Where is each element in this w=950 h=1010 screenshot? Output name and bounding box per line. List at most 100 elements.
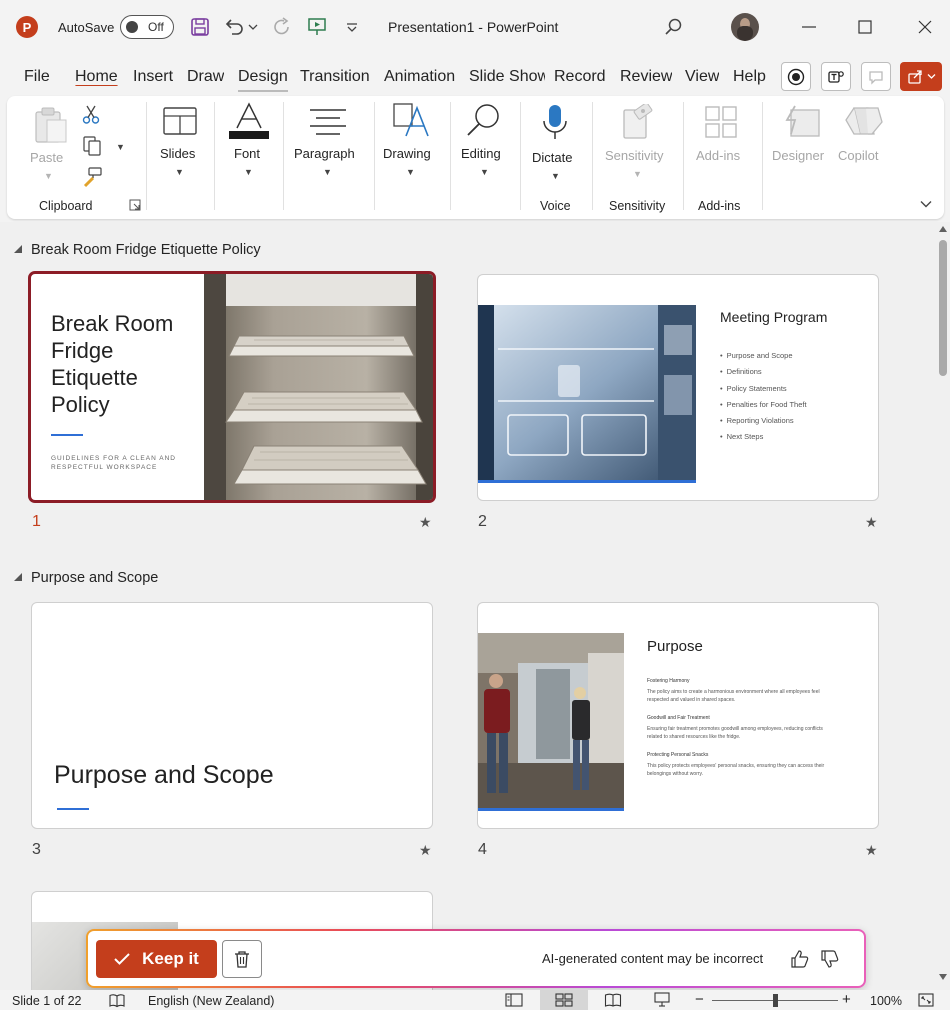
tab-animation[interactable]: Animation (384, 68, 461, 86)
redo-icon[interactable] (270, 14, 294, 40)
editing-search-icon[interactable] (465, 102, 503, 141)
tab-review[interactable]: Review (620, 68, 672, 86)
paste-label[interactable]: Paste (30, 150, 63, 165)
copilot-label[interactable]: Copilot (838, 148, 878, 163)
editing-chevron-icon[interactable]: ▼ (480, 167, 489, 177)
collapse-triangle-icon[interactable] (14, 573, 22, 581)
teams-present-button[interactable] (821, 62, 851, 91)
paragraph-label[interactable]: Paragraph (294, 146, 355, 161)
paste-chevron-icon[interactable]: ▼ (44, 171, 53, 181)
maximize-icon[interactable] (850, 14, 880, 40)
tab-transition[interactable]: Transition (300, 68, 370, 86)
microphone-icon[interactable] (541, 103, 569, 146)
slide-thumbnail-1[interactable]: Break Room Fridge Etiquette Policy GUIDE… (28, 271, 436, 503)
slide-thumbnail-4[interactable]: Purpose Fostering Harmony The policy aim… (477, 602, 879, 829)
copy-icon[interactable] (82, 135, 102, 160)
zoom-in-icon[interactable]: + (842, 991, 851, 1008)
font-icon[interactable] (229, 102, 269, 143)
present-from-beginning-icon[interactable] (305, 14, 329, 40)
comments-button[interactable] (861, 62, 891, 91)
tab-file[interactable]: File (24, 68, 50, 86)
share-button[interactable] (900, 62, 942, 91)
paragraph-icon[interactable] (310, 108, 346, 139)
tab-slide-show[interactable]: Slide Show (469, 68, 545, 86)
normal-view-icon[interactable] (495, 990, 533, 1010)
cut-icon[interactable] (82, 105, 100, 128)
slides-chevron-icon[interactable]: ▼ (175, 167, 184, 177)
zoom-level[interactable]: 100% (870, 994, 902, 1008)
thumbs-up-icon[interactable] (790, 949, 810, 969)
share-dropdown-icon (927, 74, 935, 79)
tab-draw[interactable]: Draw (187, 68, 224, 86)
tab-home[interactable]: Home (75, 68, 118, 86)
scroll-thumb[interactable] (939, 240, 947, 376)
tab-view[interactable]: View (685, 68, 719, 86)
transition-star-icon: ★ (865, 514, 878, 530)
tab-help[interactable]: Help (733, 68, 766, 86)
user-avatar[interactable] (731, 13, 759, 41)
slides-icon[interactable] (162, 106, 198, 141)
autosave-toggle[interactable]: Off (120, 15, 174, 39)
slide-sorter-view-icon[interactable] (540, 990, 588, 1010)
format-painter-icon[interactable] (81, 166, 103, 191)
ribbon-separator (592, 102, 593, 210)
editing-label[interactable]: Editing (461, 146, 501, 161)
font-label[interactable]: Font (234, 146, 260, 161)
scroll-up-icon (939, 226, 947, 232)
undo-icon[interactable] (222, 14, 246, 40)
sensitivity-label[interactable]: Sensitivity (605, 148, 664, 163)
section-header-2[interactable]: Purpose and Scope (14, 570, 158, 586)
avatar-beard (737, 26, 753, 41)
paste-icon[interactable] (33, 106, 69, 147)
customize-toolbar-icon[interactable] (340, 14, 364, 40)
tab-design[interactable]: Design (238, 68, 288, 86)
clipboard-launcher-icon[interactable] (129, 199, 141, 214)
comment-icon (869, 70, 883, 85)
keep-it-button[interactable]: Keep it (96, 940, 217, 978)
minimize-icon[interactable] (794, 14, 824, 40)
designer-icon[interactable] (783, 104, 821, 141)
keep-it-label: Keep it (142, 949, 199, 968)
collapse-triangle-icon[interactable] (14, 245, 22, 253)
reading-view-icon[interactable] (594, 990, 632, 1010)
slideshow-view-icon[interactable] (643, 990, 681, 1010)
fit-slide-icon[interactable] (918, 993, 934, 1010)
search-icon[interactable] (662, 14, 686, 40)
undo-dropdown-icon[interactable] (246, 14, 260, 40)
drawing-chevron-icon[interactable]: ▼ (406, 167, 415, 177)
slide-thumbnail-2[interactable]: Meeting Program • Purpose and Scope • Defi… (477, 274, 879, 501)
tab-insert[interactable]: Insert (133, 68, 173, 86)
discard-button[interactable] (222, 940, 262, 978)
record-button[interactable] (781, 62, 811, 91)
save-icon[interactable] (188, 14, 212, 40)
section-header-1[interactable]: Break Room Fridge Etiquette Policy (14, 242, 261, 258)
teams-icon (828, 70, 844, 83)
close-icon[interactable] (910, 14, 940, 40)
zoom-slider-thumb[interactable] (772, 994, 778, 1007)
empty-fridge-image (478, 305, 696, 483)
language-indicator[interactable]: English (New Zealand) (148, 994, 274, 1008)
slides-label[interactable]: Slides (160, 146, 195, 161)
drawing-label[interactable]: Drawing (383, 146, 431, 161)
dictate-chevron-icon[interactable]: ▼ (551, 171, 560, 181)
paragraph-chevron-icon[interactable]: ▼ (323, 167, 332, 177)
font-chevron-icon[interactable]: ▼ (244, 167, 253, 177)
ribbon-expand-chevron-icon[interactable] (920, 196, 932, 211)
addins-label[interactable]: Add-ins (696, 148, 740, 163)
tab-record[interactable]: Record (554, 68, 606, 86)
thumbs-down-icon[interactable] (820, 949, 840, 969)
copilot-icon[interactable] (844, 104, 884, 141)
vertical-scrollbar[interactable] (936, 222, 950, 990)
drawing-icon[interactable] (392, 102, 430, 141)
addins-icon[interactable] (704, 105, 738, 142)
designer-label[interactable]: Designer (772, 148, 824, 163)
ai-disclaimer: AI-generated content may be incorrect (542, 951, 764, 966)
zoom-out-icon[interactable]: − (695, 991, 704, 1008)
sensitivity-chevron-icon[interactable]: ▼ (633, 169, 642, 179)
copy-dropdown-icon[interactable]: ▼ (116, 142, 125, 152)
bullet-item: • Penalties for Food Theft (720, 399, 807, 409)
slide-thumbnail-3[interactable]: Purpose and Scope (31, 602, 433, 829)
sensitivity-icon[interactable] (621, 102, 655, 143)
accessibility-icon[interactable] (108, 993, 126, 1010)
dictate-label[interactable]: Dictate (532, 150, 572, 165)
